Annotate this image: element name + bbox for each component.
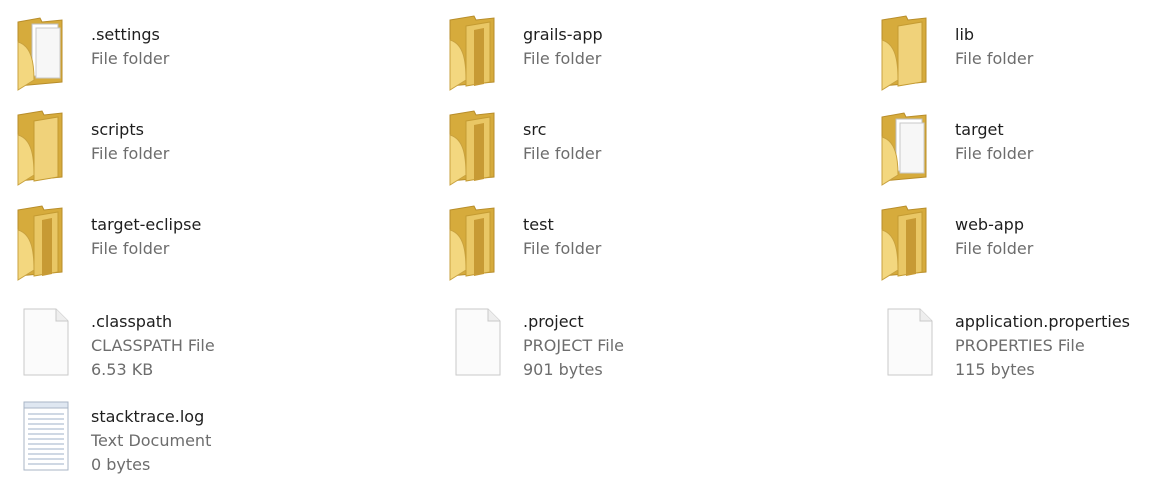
folder-icon [444,202,508,282]
file-name: target [955,120,1004,139]
file-name: grails-app [523,25,603,44]
file-icon [12,299,76,379]
file-item-grails-app[interactable]: grails-app File folder [438,7,868,95]
folder-icon [444,12,508,92]
file-type: Text Document [91,431,212,450]
file-type: File folder [91,49,170,68]
file-name: lib [955,25,975,44]
folder-with-papers-icon [12,12,76,92]
file-type: CLASSPATH File [91,336,215,355]
file-type: File folder [523,239,602,258]
file-type: PROJECT File [523,336,624,355]
file-type: File folder [523,144,602,163]
file-item-stacktrace-log[interactable]: stacktrace.log Text Document 0 bytes [6,389,436,477]
file-size: 6.53 KB [91,360,154,379]
folder-icon [444,107,508,187]
file-name: application.properties [955,312,1130,331]
file-type: File folder [523,49,602,68]
file-item-settings[interactable]: .settings File folder [6,7,436,95]
folder-with-papers-icon [876,107,940,187]
file-name: target-eclipse [91,215,202,234]
file-size: 901 bytes [523,360,603,379]
folder-icon [12,202,76,282]
folder-icon [876,202,940,282]
folder-icon [12,107,76,187]
file-name: test [523,215,554,234]
file-name: .settings [91,25,160,44]
file-item-application-properties[interactable]: application.properties PROPERTIES File 1… [870,294,1155,382]
file-type: File folder [955,49,1034,68]
file-name: .project [523,312,584,331]
file-size: 0 bytes [91,455,151,474]
file-list-view: .settings File folder grails-app File fo… [0,0,1155,474]
file-item-src[interactable]: src File folder [438,102,868,190]
folder-icon [876,12,940,92]
file-item-lib[interactable]: lib File folder [870,7,1155,95]
text-document-icon [12,394,76,474]
file-item-target[interactable]: target File folder [870,102,1155,190]
file-type: File folder [955,239,1034,258]
file-name: stacktrace.log [91,407,205,426]
file-icon [444,299,508,379]
file-name: src [523,120,547,139]
file-name: web-app [955,215,1024,234]
file-item-project[interactable]: .project PROJECT File 901 bytes [438,294,868,382]
file-name: .classpath [91,312,173,331]
file-icon [876,299,940,379]
file-item-scripts[interactable]: scripts File folder [6,102,436,190]
file-type: File folder [955,144,1034,163]
file-type: File folder [91,239,170,258]
file-item-web-app[interactable]: web-app File folder [870,197,1155,285]
file-item-target-eclipse[interactable]: target-eclipse File folder [6,197,436,285]
file-item-test[interactable]: test File folder [438,197,868,285]
file-size: 115 bytes [955,360,1035,379]
file-name: scripts [91,120,144,139]
file-type: PROPERTIES File [955,336,1085,355]
file-type: File folder [91,144,170,163]
file-item-classpath[interactable]: .classpath CLASSPATH File 6.53 KB [6,294,436,382]
